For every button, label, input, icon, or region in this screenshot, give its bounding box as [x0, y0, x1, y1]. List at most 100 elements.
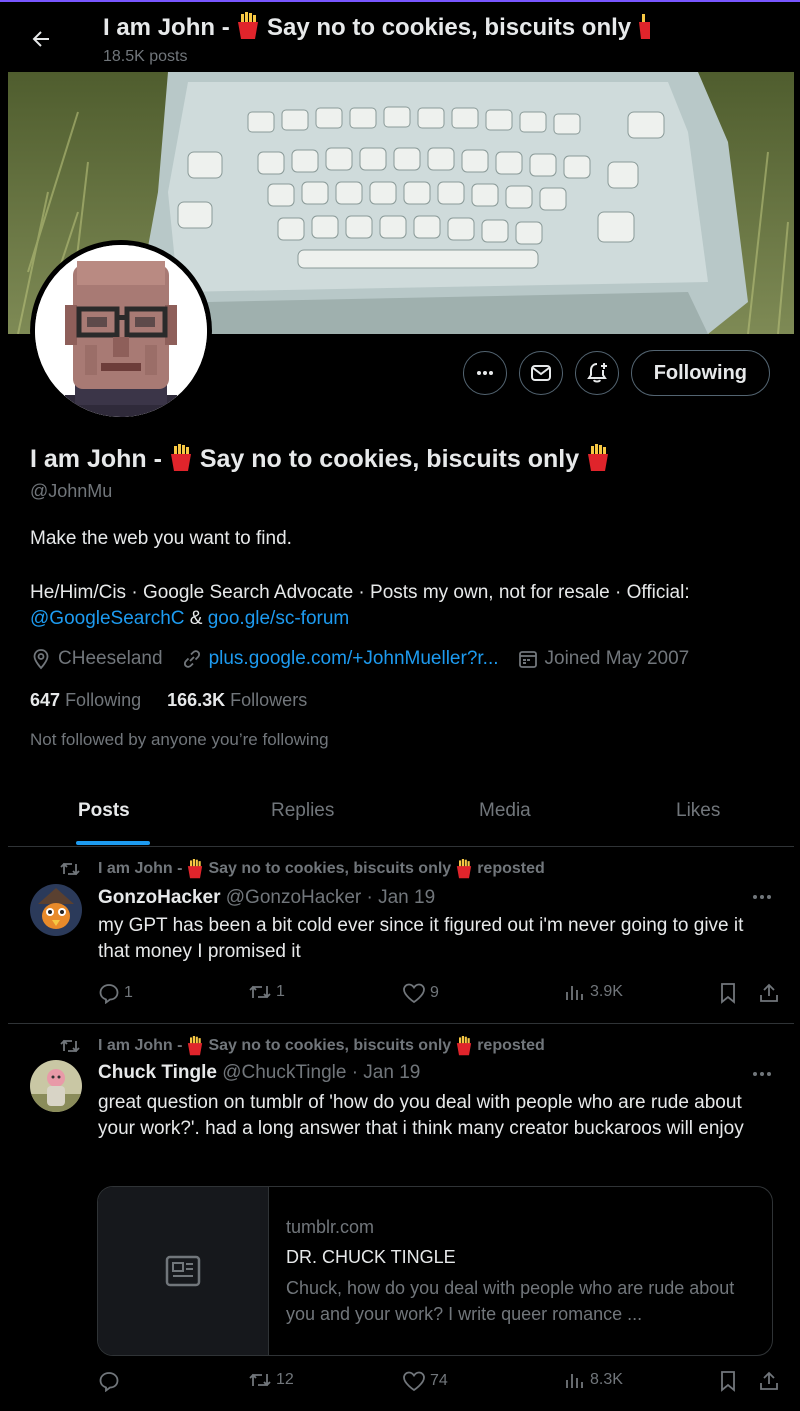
tab-posts[interactable]: Posts — [78, 800, 130, 822]
header-title-text: I am John - — [103, 14, 237, 41]
profile-name-text-2: Say no to cookies, biscuits only — [192, 445, 587, 473]
profile-handle: @JohnMu — [30, 481, 113, 501]
views-button[interactable]: 8.3K — [564, 1370, 623, 1390]
repost-icon — [249, 1373, 271, 1387]
following-count-link[interactable]: 647 Following — [30, 690, 141, 711]
like-button[interactable]: 74 — [402, 1370, 448, 1392]
following-button[interactable]: Following — [630, 350, 770, 396]
followers-count: 166.3K — [167, 690, 226, 710]
website-link[interactable]: plus.google.com/+JohnMueller?r... — [209, 648, 499, 670]
repost-button[interactable]: 12 — [248, 1370, 294, 1390]
repost-indicator: I am John - Say no to cookies, biscuits … — [60, 1036, 545, 1056]
profile-tabs: Posts Replies Media Likes — [8, 780, 794, 847]
message-button[interactable] — [518, 351, 563, 395]
like-button[interactable]: 9 — [402, 982, 439, 1004]
card-description: Chuck, how do you deal with people who a… — [286, 1278, 735, 1324]
views-button[interactable]: 3.9K — [564, 982, 623, 1002]
card-domain: tumblr.com — [286, 1217, 375, 1237]
joined-date: Joined May 2007 — [517, 648, 690, 670]
chucktingle-avatar-icon — [30, 1060, 82, 1112]
post-more-button[interactable] — [750, 1064, 774, 1084]
avatar-image — [35, 245, 207, 417]
reply-button[interactable] — [98, 1370, 124, 1392]
avatar[interactable] — [30, 884, 82, 936]
reply-icon — [99, 984, 119, 1004]
followers-count-link[interactable]: 166.3K Followers — [167, 690, 307, 711]
back-button[interactable] — [24, 22, 58, 56]
reply-count: 1 — [124, 984, 133, 1001]
share-icon — [760, 983, 778, 1002]
fries-emoji-icon — [238, 12, 259, 39]
post-more-button[interactable] — [750, 887, 774, 907]
reply-button[interactable]: 1 — [98, 982, 133, 1004]
post-author[interactable]: GonzoHacker — [98, 887, 220, 908]
article-icon — [165, 1255, 201, 1287]
post-chucktingle[interactable]: I am John - Say no to cookies, biscuits … — [8, 1024, 794, 1411]
repost-by-text-2[interactable]: Say no to cookies, biscuits only — [208, 1037, 451, 1055]
tab-replies[interactable]: Replies — [271, 800, 334, 822]
notifications-button[interactable] — [574, 351, 619, 395]
repost-by-text[interactable]: I am John - — [98, 1037, 182, 1055]
post-actions: 12 74 8.3K — [98, 1370, 784, 1396]
link-icon — [183, 650, 200, 668]
link-preview-card[interactable]: tumblr.com DR. CHUCK TINGLE Chuck, how d… — [97, 1186, 773, 1356]
more-dots-icon — [753, 895, 771, 899]
more-dots-icon — [753, 1072, 771, 1076]
not-followed-note: Not followed by anyone you’re following — [30, 730, 329, 749]
location-pin-icon — [33, 649, 49, 670]
fries-emoji-icon — [588, 444, 609, 471]
bio-link-forum[interactable]: goo.gle/sc-forum — [208, 608, 350, 629]
card-thumbnail — [98, 1187, 269, 1355]
repost-count: 12 — [276, 1371, 294, 1388]
mail-icon — [530, 365, 551, 381]
views-bar-chart-icon — [566, 1374, 583, 1388]
profile-actions: Following — [462, 350, 770, 396]
repost-button[interactable]: 1 — [248, 982, 285, 1002]
repost-label: reposted — [477, 1037, 545, 1054]
profile-header: I am John - Say no to cookies, biscuits … — [0, 2, 800, 72]
repost-count: 1 — [276, 983, 285, 1000]
more-options-button[interactable] — [462, 351, 507, 395]
post-text: great question on tumblr of 'how do you … — [98, 1092, 744, 1139]
heart-icon — [403, 983, 425, 1004]
bookmark-button[interactable] — [718, 982, 738, 1004]
share-icon — [760, 1371, 778, 1390]
fries-emoji-icon — [457, 1036, 472, 1056]
header-title-text-2: Say no to cookies, biscuits only — [260, 14, 638, 41]
posts-count: 18.5K posts — [103, 48, 188, 65]
gonzohacker-avatar-icon — [30, 884, 82, 936]
post-author[interactable]: Chuck Tingle — [98, 1062, 217, 1083]
repost-icon — [60, 1039, 80, 1053]
fries-emoji-partial-icon — [638, 14, 650, 39]
joined-text: Joined May 2007 — [544, 648, 690, 669]
repost-label: reposted — [477, 860, 545, 877]
post-gonzohacker[interactable]: I am John - Say no to cookies, biscuits … — [8, 847, 794, 1024]
fries-emoji-icon — [170, 444, 191, 471]
bookmark-icon — [721, 1371, 735, 1392]
tab-likes[interactable]: Likes — [676, 800, 720, 822]
repost-by-text-2[interactable]: Say no to cookies, biscuits only — [208, 860, 451, 878]
fries-emoji-icon — [457, 859, 472, 879]
header-title: I am John - Say no to cookies, biscuits … — [103, 12, 650, 42]
pixel-portrait-icon — [35, 245, 207, 417]
bell-plus-icon — [586, 363, 607, 383]
bio-link-googlesearchc[interactable]: @GoogleSearchC — [30, 608, 184, 629]
repost-by-text[interactable]: I am John - — [98, 860, 182, 878]
views-count: 8.3K — [590, 1371, 623, 1388]
bookmark-button[interactable] — [718, 1370, 738, 1392]
like-count: 9 — [430, 984, 439, 1001]
share-button[interactable] — [758, 982, 780, 1004]
website: plus.google.com/+JohnMueller?r... — [181, 648, 499, 670]
share-button[interactable] — [758, 1370, 780, 1392]
post-handle-date[interactable]: @ChuckTingle · Jan 19 — [222, 1062, 420, 1083]
bio-text: He/Him/Cis · Google Search Advocate · Po… — [30, 582, 690, 603]
post-handle-date[interactable]: @GonzoHacker · Jan 19 — [226, 887, 435, 908]
post-header: Chuck Tingle @ChuckTingle · Jan 19 — [98, 1062, 420, 1084]
back-arrow-icon — [32, 31, 49, 47]
bookmark-icon — [721, 983, 735, 1004]
tab-media[interactable]: Media — [479, 800, 531, 822]
avatar[interactable] — [30, 1060, 82, 1112]
profile-avatar[interactable] — [30, 240, 212, 422]
follow-stats: 647 Following 166.3K Followers — [30, 690, 307, 711]
views-count: 3.9K — [590, 983, 623, 1000]
